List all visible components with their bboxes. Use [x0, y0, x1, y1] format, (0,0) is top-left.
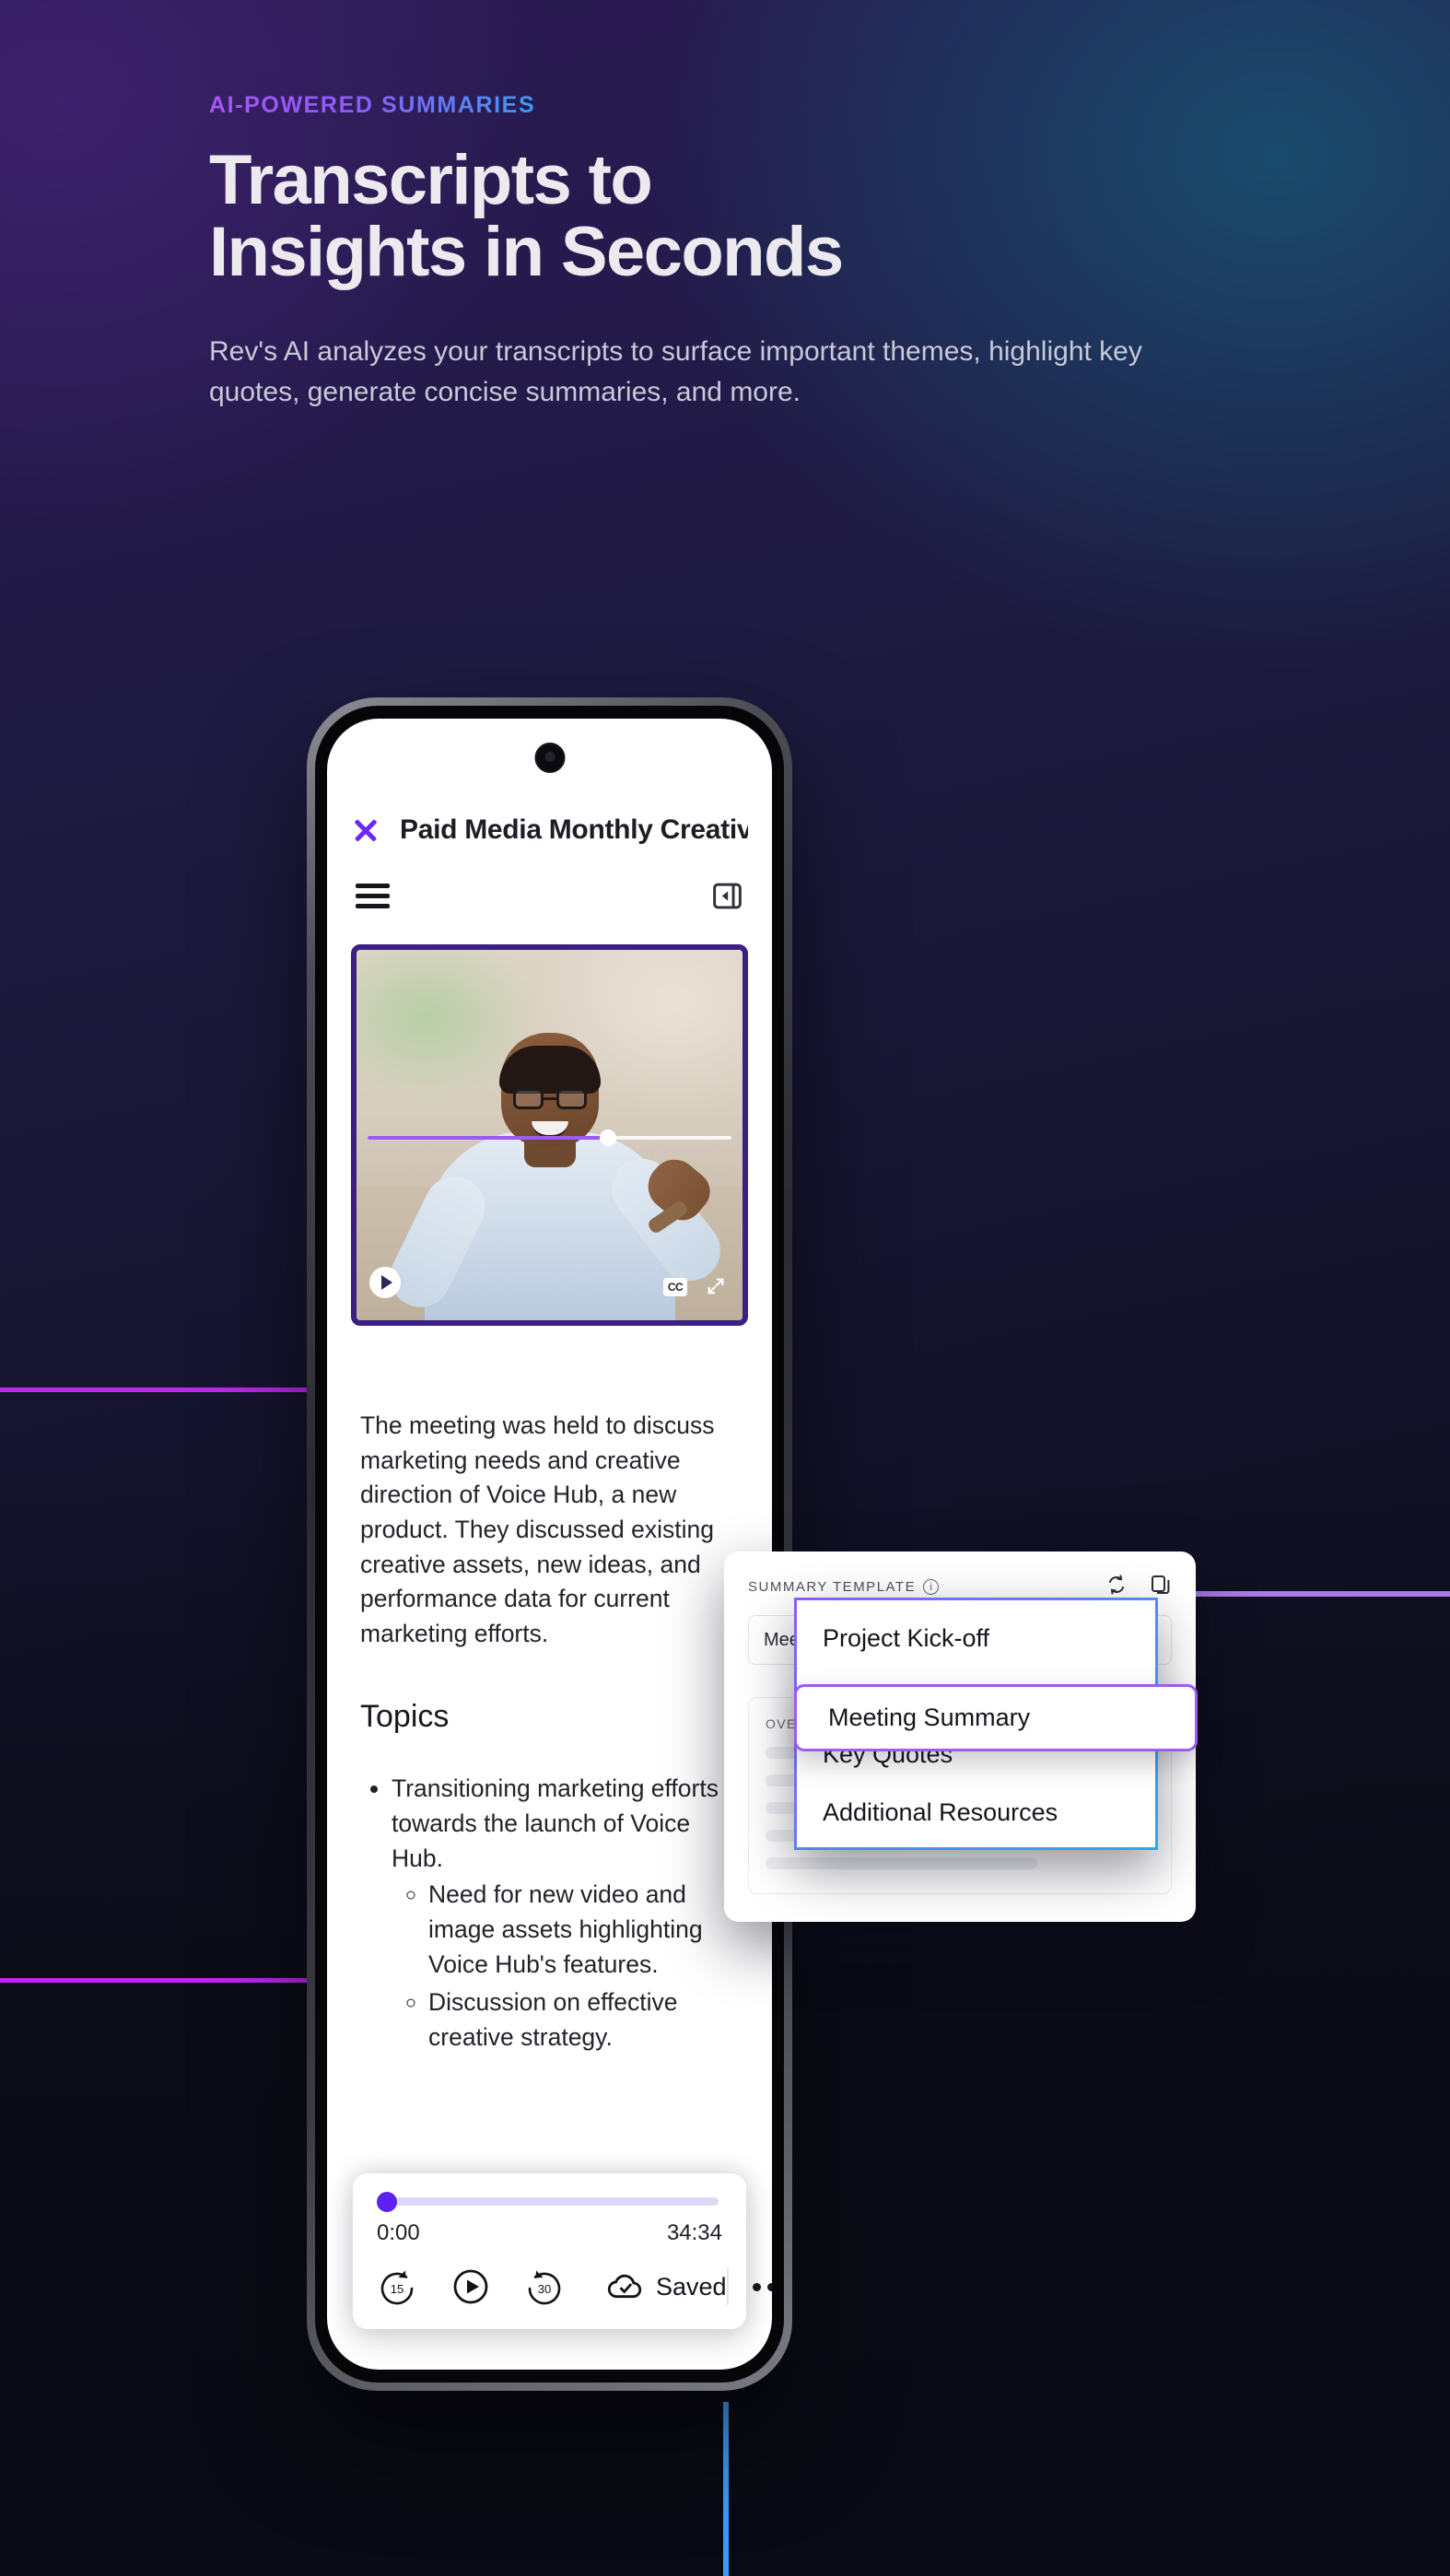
headline-line-1: Transcripts to: [209, 141, 653, 219]
hero-eyebrow: AI-POWERED SUMMARIES: [209, 92, 536, 118]
info-icon[interactable]: i: [923, 1579, 940, 1595]
page-title: Transcripts to Insights in Seconds: [209, 141, 1186, 292]
current-time: 0:00: [377, 2220, 420, 2245]
video-progress-bar[interactable]: [368, 1130, 731, 1146]
play-icon[interactable]: [450, 2266, 491, 2307]
topics-heading: Topics: [360, 1699, 450, 1735]
playback-handle[interactable]: [377, 2192, 397, 2212]
hero-subcopy: Rev's AI analyzes your transcripts to su…: [209, 335, 1142, 407]
phone-screen: Paid Media Monthly Creative Revi...: [327, 719, 772, 2370]
skeleton-line: [766, 1857, 1038, 1869]
app-header: Paid Media Monthly Creative Revi...: [327, 719, 772, 846]
forward-30-icon[interactable]: 30: [524, 2266, 565, 2307]
list-item: Discussion on effective creative strateg…: [428, 1985, 748, 2055]
total-time: 34:34: [666, 2220, 722, 2245]
accent-line-magenta-left-top: [0, 1388, 343, 1392]
list-item: Transitioning marketing efforts towards …: [392, 1772, 748, 2055]
hero-section: AI-POWERED SUMMARIES Transcripts to Insi…: [209, 92, 1186, 413]
list-item: Need for new video and image assets high…: [428, 1878, 748, 1982]
copy-icon[interactable]: [1150, 1574, 1172, 1600]
phone-mockup: Paid Media Monthly Creative Revi...: [307, 697, 792, 2391]
dropdown-option-additional-resources[interactable]: Additional Resources: [797, 1784, 1155, 1842]
status-badge: Saved: [656, 2272, 727, 2301]
phone-bezel: Paid Media Monthly Creative Revi...: [315, 706, 784, 2383]
fullscreen-icon[interactable]: [706, 1276, 726, 1296]
save-status: Saved: [607, 2272, 727, 2301]
accent-line-magenta-left-bottom: [0, 1978, 343, 1983]
summary-paragraph: The meeting was held to discuss marketin…: [360, 1411, 715, 1647]
topic-text: Transitioning marketing efforts towards …: [392, 1774, 719, 1872]
closed-captions-icon[interactable]: CC: [663, 1278, 687, 1296]
accent-line-blue-vertical: [723, 2402, 729, 2576]
summary-template-actions: [1105, 1574, 1172, 1600]
front-camera-icon: [534, 743, 565, 773]
dropdown-option-meeting-summary-selected[interactable]: Meeting Summary: [794, 1684, 1198, 1751]
menu-icon[interactable]: [356, 884, 390, 908]
topics-sublist: Need for new video and image assets high…: [392, 1878, 748, 2055]
transcript-document: The meeting was held to discuss marketin…: [360, 1409, 748, 2055]
regenerate-icon[interactable]: [1105, 1574, 1128, 1600]
audio-player-bar: 0:00 34:34 15 30 Saved: [353, 2173, 772, 2329]
video-play-icon[interactable]: [369, 1267, 401, 1298]
app-title: Paid Media Monthly Creative Revi...: [400, 814, 748, 845]
headline-line-2: Insights in Seconds: [209, 213, 844, 292]
summary-template-label: SUMMARY TEMPLATE: [748, 1579, 917, 1595]
video-progress-handle[interactable]: [599, 1130, 616, 1146]
video-player[interactable]: CC: [351, 944, 748, 1326]
svg-text:30: 30: [538, 2282, 551, 2296]
cloud-check-icon: [607, 2274, 642, 2299]
video-progress-fill: [368, 1136, 608, 1140]
playback-times: 0:00 34:34: [377, 2220, 722, 2246]
dropdown-option-project-kick-off[interactable]: Project Kick-off: [797, 1610, 1155, 1668]
close-icon[interactable]: [351, 815, 380, 845]
more-options-icon[interactable]: [726, 2268, 772, 2305]
app-toolbar: [327, 880, 772, 912]
summary-template-header: SUMMARY TEMPLATE i: [748, 1574, 1172, 1600]
rewind-15-icon[interactable]: 15: [377, 2266, 417, 2307]
playback-progress-bar[interactable]: [377, 2192, 719, 2212]
svg-text:15: 15: [391, 2282, 403, 2296]
topics-list: Transitioning marketing efforts towards …: [360, 1772, 748, 2055]
phone-frame: Paid Media Monthly Creative Revi...: [307, 697, 792, 2391]
video-frame: [357, 950, 743, 1320]
playback-controls: 15 30 Saved: [377, 2266, 772, 2307]
sidebar-collapse-icon[interactable]: [711, 880, 743, 912]
video-subject: [379, 1016, 732, 1320]
